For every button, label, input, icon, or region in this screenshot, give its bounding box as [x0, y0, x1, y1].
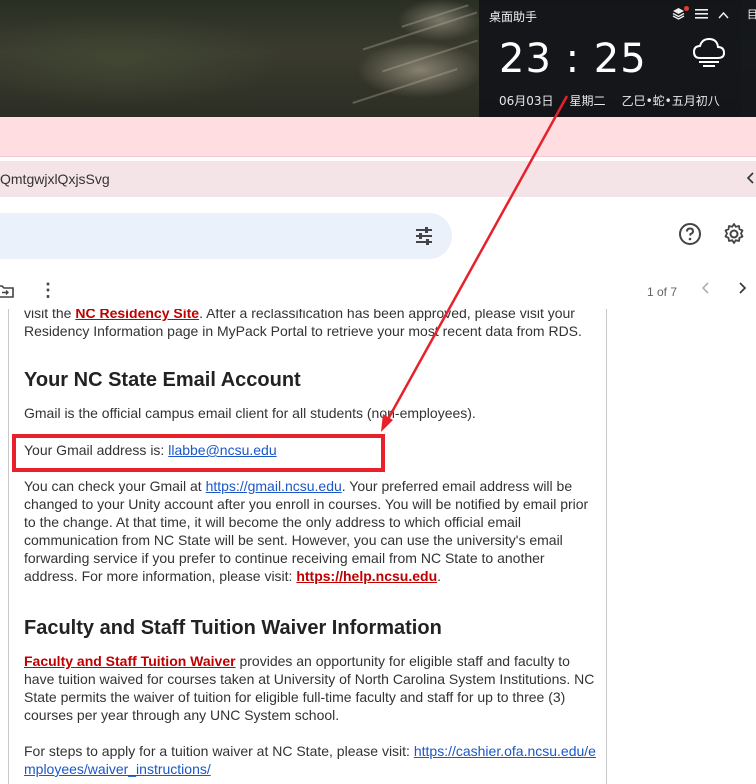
gmail-site-link[interactable]: https://gmail.ncsu.edu	[206, 478, 342, 494]
check-gmail-paragraph: You can check your Gmail at https://gmai…	[24, 478, 589, 584]
search-options-icon[interactable]	[414, 226, 434, 246]
pagination-count: 1 of 7	[647, 285, 678, 299]
chevron-left-icon[interactable]	[746, 171, 754, 187]
clock-date: 06月03日	[499, 94, 554, 108]
menu-icon[interactable]	[695, 8, 708, 22]
tuition-waiver-heading: Faculty and Staff Tuition Waiver Informa…	[24, 617, 442, 639]
move-to-icon[interactable]	[0, 283, 14, 299]
message-toolbar: ⋮ 1 of 7	[0, 275, 756, 309]
residency-paragraph: visit the NC Residency Site. After a rec…	[24, 309, 596, 340]
residency-site-link[interactable]: NC Residency Site	[75, 309, 199, 321]
address-bar[interactable]: QmtgwjxlQxjsSvg	[0, 161, 756, 197]
more-options-icon[interactable]: ⋮	[39, 280, 57, 300]
help-site-link[interactable]: https://help.ncsu.edu	[296, 568, 437, 584]
waiver-steps-paragraph: For steps to apply for a tuition waiver …	[24, 743, 596, 777]
desktop-clock-widget[interactable]: 桌面助手 23 : 25 06月03日 星期二 乙巳•蛇•五月初八	[479, 0, 741, 117]
layers-icon[interactable]	[672, 7, 685, 23]
weather-cloud-icon	[691, 36, 727, 67]
url-text[interactable]: QmtgwjxlQxjsSvg	[0, 171, 110, 187]
gmail-search-row	[0, 205, 756, 265]
notification-banner	[0, 117, 756, 157]
official-client-text: Gmail is the official campus email clien…	[24, 405, 476, 421]
annotation-highlight-box	[12, 434, 385, 472]
collapse-chevron-icon[interactable]	[718, 8, 729, 22]
clock-lunar-date: 乙巳•蛇•五月初八	[621, 94, 720, 108]
settings-gear-icon[interactable]	[722, 222, 746, 246]
email-account-heading: Your NC State Email Account	[24, 369, 301, 391]
widget-title: 桌面助手	[489, 10, 538, 24]
next-page-icon[interactable]	[738, 281, 748, 300]
email-body: visit the NC Residency Site. After a rec…	[8, 309, 607, 784]
clock-time: 23 : 25	[499, 36, 647, 82]
edge-widget-label: 目	[747, 8, 756, 21]
clock-weekday: 星期二	[569, 94, 606, 108]
tuition-waiver-paragraph: Faculty and Staff Tuition Waiver provide…	[24, 653, 595, 723]
tuition-waiver-link[interactable]: Faculty and Staff Tuition Waiver	[24, 653, 236, 669]
previous-page-icon[interactable]	[700, 281, 710, 300]
help-icon[interactable]	[678, 222, 702, 246]
edge-widget[interactable]: 目	[741, 0, 756, 117]
search-input[interactable]	[0, 213, 452, 259]
